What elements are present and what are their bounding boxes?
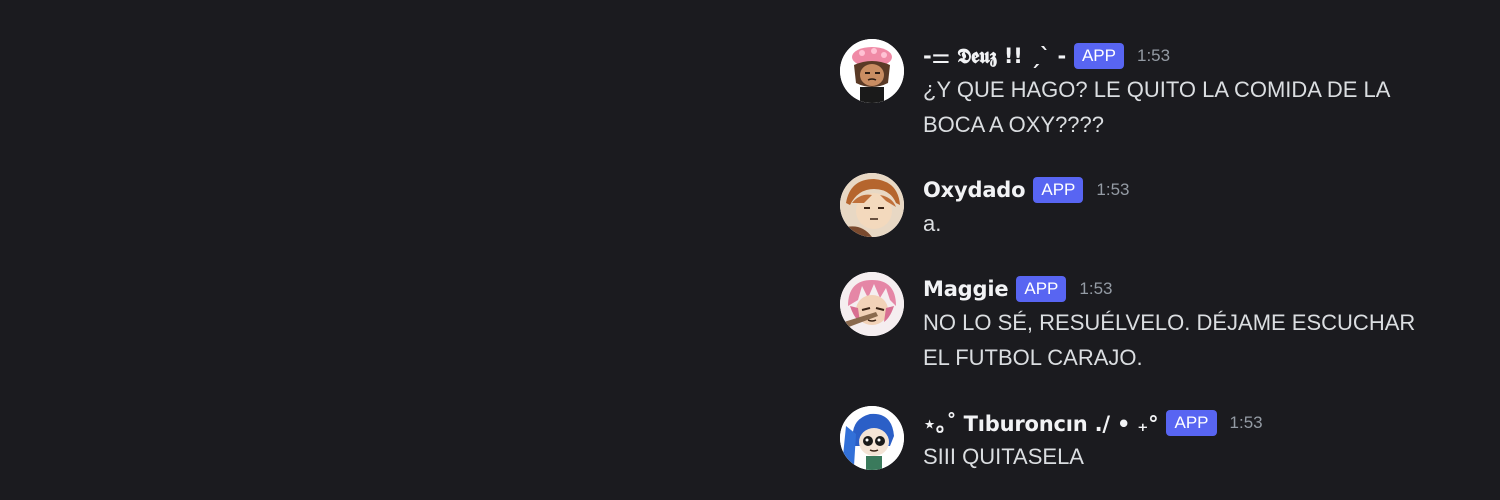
timestamp[interactable]: 1:53 — [1137, 46, 1170, 66]
app-badge: APP — [1166, 410, 1217, 436]
message-content: SIII QUITASELA — [923, 444, 1084, 469]
username[interactable]: ⋆｡˚ Tıburoncın ./ • ₊° — [923, 408, 1159, 438]
timestamp[interactable]: 1:53 — [1096, 180, 1129, 200]
user-avatar[interactable] — [840, 173, 904, 237]
message-content: ¿Y QUE HAGO? LE QUITO LA COMIDA DE LA BO… — [923, 77, 1390, 137]
message-content: a. — [923, 211, 942, 236]
chat-message-list: -⚌ 𝕯𝖊𝖚𝖟 !! ˏˋ - APP 1:53 ¿Y QUE HAGO? LE… — [0, 0, 1500, 500]
message-header: Maggie APP 1:53 — [923, 272, 1113, 306]
app-badge: APP — [1016, 276, 1067, 302]
app-badge: APP — [1073, 43, 1124, 69]
timestamp[interactable]: 1:53 — [1230, 413, 1263, 433]
message-content: NO LO SÉ, RESUÉLVELO. DÉJAME ESCUCHAR EL… — [923, 310, 1416, 370]
app-badge: APP — [1033, 177, 1084, 203]
user-avatar[interactable] — [840, 39, 904, 103]
avatar-deuz-icon — [840, 39, 904, 103]
username[interactable]: Maggie — [923, 277, 1009, 301]
username[interactable]: -⚌ 𝕯𝖊𝖚𝖟 !! ˏˋ - — [923, 44, 1066, 69]
user-avatar[interactable] — [840, 272, 904, 336]
avatar-oxydado-icon — [840, 173, 904, 237]
avatar-tiburoncin-icon — [840, 406, 904, 470]
message-header: -⚌ 𝕯𝖊𝖚𝖟 !! ˏˋ - APP 1:53 — [923, 39, 1170, 73]
user-avatar[interactable] — [840, 406, 904, 470]
username[interactable]: Oxydado — [923, 178, 1026, 202]
timestamp[interactable]: 1:53 — [1079, 279, 1112, 299]
avatar-maggie-icon — [840, 272, 904, 336]
message-header: ⋆｡˚ Tıburoncın ./ • ₊° APP 1:53 — [923, 406, 1263, 440]
message-header: Oxydado APP 1:53 — [923, 173, 1129, 207]
